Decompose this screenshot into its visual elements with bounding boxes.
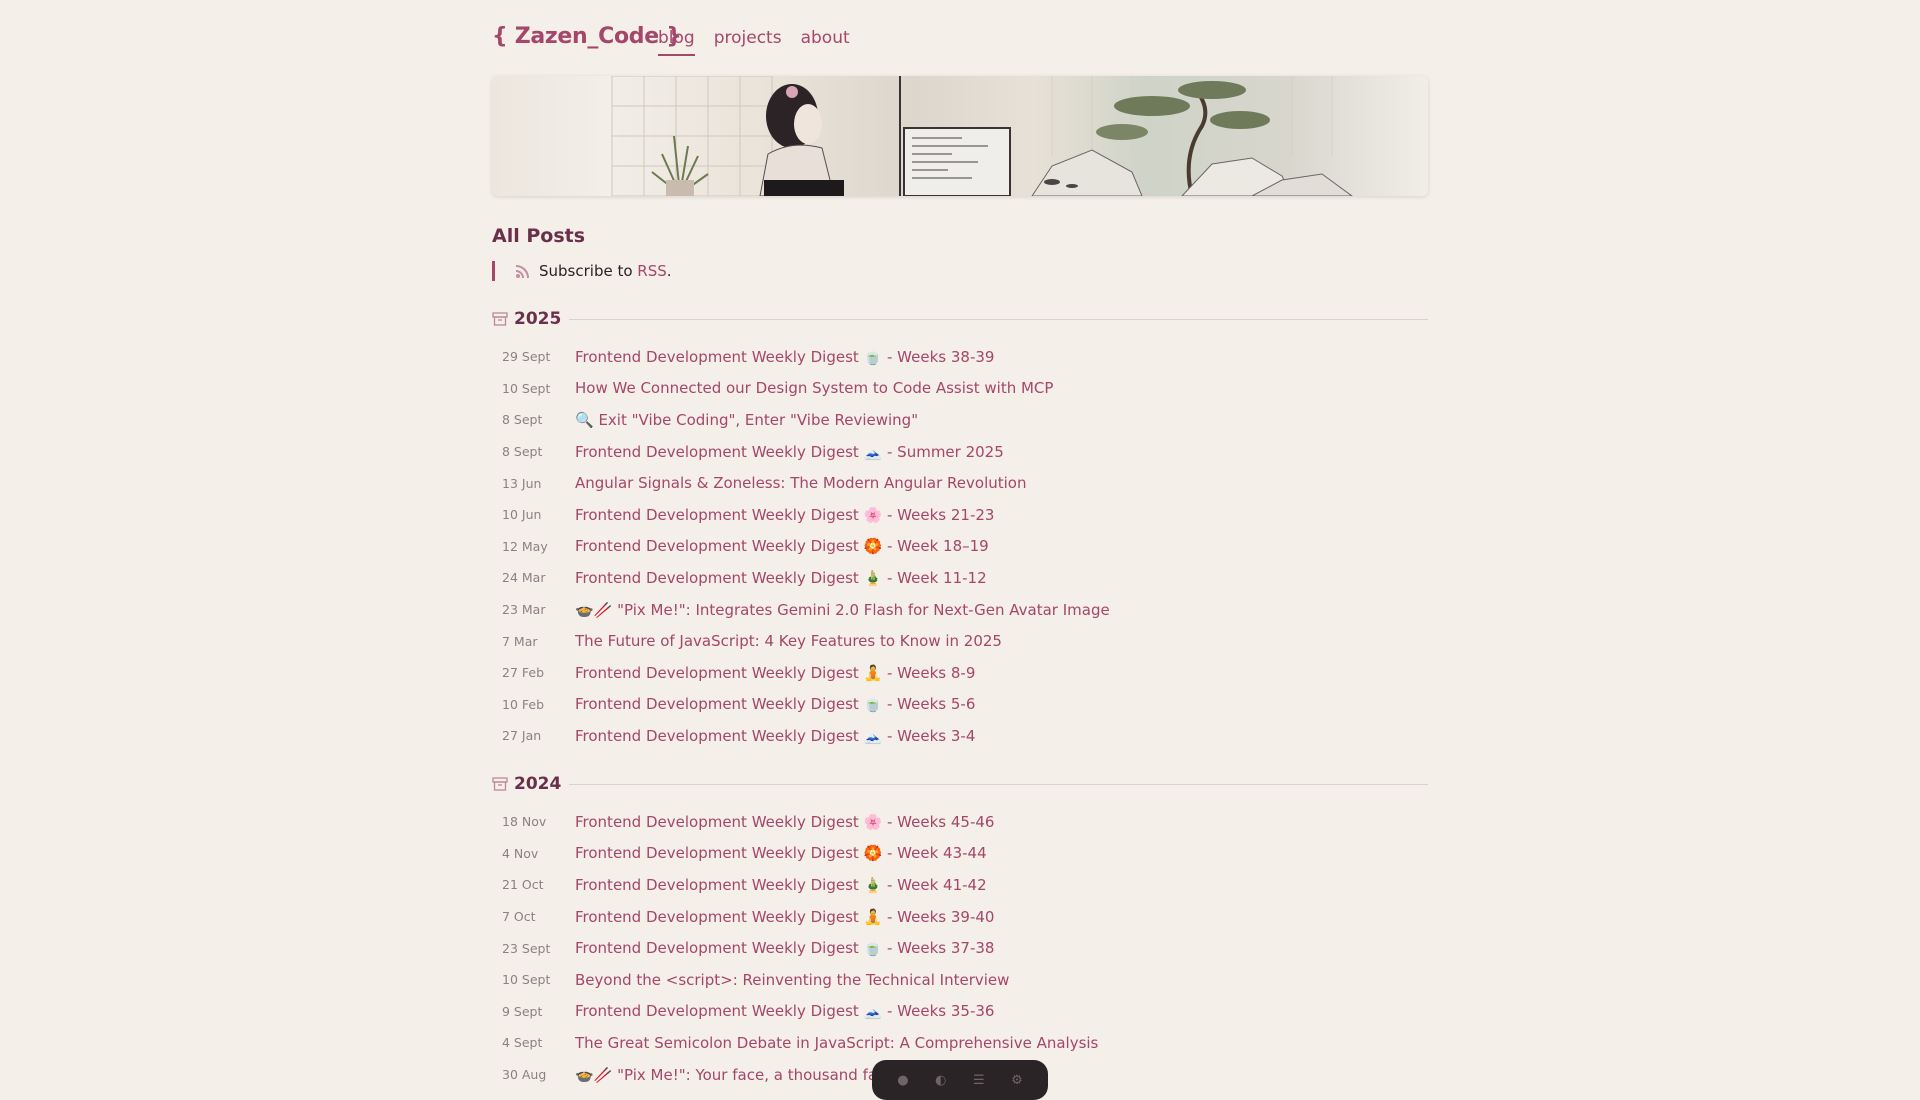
post-title-link[interactable]: The Great Semicolon Debate in JavaScript… [575, 1034, 1098, 1052]
post-title-link[interactable]: Frontend Development Weekly Digest 🎍 - W… [575, 569, 987, 587]
nav-about[interactable]: about [801, 28, 850, 56]
site-brand[interactable]: { Zazen_Code } [492, 24, 682, 49]
post-title-link[interactable]: Frontend Development Weekly Digest 🎍 - W… [575, 876, 987, 894]
post-date: 4 Nov [502, 845, 539, 861]
post-title-link[interactable]: Frontend Development Weekly Digest 🗻 - W… [575, 727, 975, 745]
rss-icon [515, 263, 531, 279]
post-date: 23 Mar [502, 602, 546, 618]
post-title-link[interactable]: 🍲🥢 "Pix Me!": Your face, a thousand fac [575, 1066, 885, 1084]
main-nav: blog projects about [658, 28, 850, 56]
post-row: 8 Sept 🔍 Exit "Vibe Coding", Enter "Vibe … [492, 404, 1428, 436]
post-date: 24 Mar [502, 570, 546, 586]
post-date: 9 Sept [502, 1003, 543, 1019]
post-title-link[interactable]: How We Connected our Design System to Co… [575, 379, 1053, 397]
archive-box-icon [492, 312, 508, 326]
year-label: 2025 [514, 309, 562, 329]
post-title-link[interactable]: Beyond the <script>: Reinventing the Tec… [575, 971, 1009, 989]
post-row: 10 Jun Frontend Development Weekly Digest… [492, 499, 1428, 531]
post-date: 21 Oct [502, 877, 544, 893]
year-divider [569, 783, 1428, 785]
toolbar-icon[interactable]: ⚙ [1011, 1073, 1023, 1088]
post-title-link[interactable]: Frontend Development Weekly Digest 🗻 - S… [575, 443, 1004, 461]
post-title-link[interactable]: Frontend Development Weekly Digest 🌸 - W… [575, 506, 994, 524]
post-title-link[interactable]: Angular Signals & Zoneless: The Modern A… [575, 474, 1027, 492]
all-posts-heading: All Posts [492, 225, 586, 247]
toolbar-icon[interactable]: ● [897, 1073, 908, 1088]
post-title-link[interactable]: 🍲🥢 "Pix Me!": Integrates Gemini 2.0 Flas… [575, 601, 1110, 619]
rss-subscribe-line: Subscribe to RSS. [492, 260, 672, 282]
post-list-2025: 29 Sept Frontend Development Weekly Diges… [492, 341, 1428, 752]
rss-text: Subscribe to RSS. [539, 262, 672, 280]
post-title-link[interactable]: Frontend Development Weekly Digest 🌸 - W… [575, 813, 994, 831]
archive-box-icon [492, 777, 508, 791]
post-title-link[interactable]: The Future of JavaScript: 4 Key Features… [575, 632, 1002, 650]
zen-office-illustration [611, 76, 1353, 196]
post-title-link[interactable]: Frontend Development Weekly Digest 🍵 - W… [575, 695, 975, 713]
nav-blog[interactable]: blog [658, 28, 695, 56]
post-list-2024: 18 Nov Frontend Development Weekly Digest… [492, 806, 1428, 1090]
post-row: 13 Jun Angular Signals & Zoneless: The Mo… [492, 467, 1428, 499]
post-row: 24 Mar Frontend Development Weekly Digest… [492, 562, 1428, 594]
post-row: 29 Sept Frontend Development Weekly Diges… [492, 341, 1428, 373]
hero-banner-image [492, 76, 1428, 196]
post-row: 23 Sept Frontend Development Weekly Diges… [492, 932, 1428, 964]
floating-toolbar[interactable]: ● ◐ ☰ ⚙ [872, 1060, 1048, 1100]
header: { Zazen_Code } blog projects about [492, 0, 1428, 76]
post-row: 18 Nov Frontend Development Weekly Digest… [492, 806, 1428, 838]
post-date: 10 Sept [502, 972, 551, 988]
post-row: 21 Oct Frontend Development Weekly Digest… [492, 869, 1428, 901]
post-date: 7 Mar [502, 633, 538, 649]
post-row: 4 Nov Frontend Development Weekly Digest … [492, 838, 1428, 870]
post-row: 23 Mar 🍲🥢 "Pix Me!": Integrates Gemini 2.… [492, 594, 1428, 626]
post-title-link[interactable]: 🔍 Exit "Vibe Coding", Enter "Vibe Review… [575, 411, 918, 429]
post-title-link[interactable]: Frontend Development Weekly Digest 🗻 - W… [575, 1002, 994, 1020]
post-date: 29 Sept [502, 349, 551, 365]
page: { Zazen_Code } blog projects about All P… [492, 0, 1428, 1084]
blockquote-bar [492, 261, 495, 281]
post-date: 18 Nov [502, 814, 547, 830]
post-title-link[interactable]: Frontend Development Weekly Digest 🍵 - W… [575, 939, 994, 957]
post-title-link[interactable]: Frontend Development Weekly Digest 🍵 - W… [575, 348, 994, 366]
post-row: 7 Mar The Future of JavaScript: 4 Key Fea… [492, 625, 1428, 657]
toolbar-icon[interactable]: ☰ [973, 1073, 985, 1088]
year-header-2025: 2025 [492, 307, 1428, 331]
post-row: 12 May Frontend Development Weekly Digest… [492, 531, 1428, 563]
year-divider [569, 318, 1428, 320]
post-date: 13 Jun [502, 475, 542, 491]
post-date: 23 Sept [502, 940, 551, 956]
year-header-2024: 2024 [492, 772, 1428, 796]
toolbar-icon[interactable]: ◐ [935, 1073, 946, 1088]
post-row: 4 Sept The Great Semicolon Debate in Java… [492, 1027, 1428, 1059]
post-row: 10 Sept How We Connected our Design Syste… [492, 373, 1428, 405]
post-title-link[interactable]: Frontend Development Weekly Digest 🏵️ - … [575, 537, 989, 555]
post-date: 7 Oct [502, 909, 536, 925]
post-row: 9 Sept Frontend Development Weekly Digest… [492, 996, 1428, 1028]
post-row: 10 Feb Frontend Development Weekly Digest… [492, 689, 1428, 721]
rss-link[interactable]: RSS [637, 262, 666, 280]
post-date: 12 May [502, 538, 548, 554]
post-date: 27 Jan [502, 728, 542, 744]
post-row: 27 Feb Frontend Development Weekly Digest… [492, 657, 1428, 689]
post-date: 10 Sept [502, 380, 551, 396]
post-date: 27 Feb [502, 665, 545, 681]
post-row: 27 Jan Frontend Development Weekly Digest… [492, 720, 1428, 752]
post-row: 7 Oct Frontend Development Weekly Digest … [492, 901, 1428, 933]
year-label: 2024 [514, 774, 562, 794]
post-row: 10 Sept Beyond the <script>: Reinventing … [492, 964, 1428, 996]
post-title-link[interactable]: Frontend Development Weekly Digest 🧘 - W… [575, 908, 994, 926]
post-date: 8 Sept [502, 444, 543, 460]
post-title-link[interactable]: Frontend Development Weekly Digest 🏵️ - … [575, 844, 987, 862]
post-row: 8 Sept Frontend Development Weekly Digest… [492, 436, 1428, 468]
post-title-link[interactable]: Frontend Development Weekly Digest 🧘 - W… [575, 664, 975, 682]
nav-projects[interactable]: projects [714, 28, 782, 56]
post-date: 10 Feb [502, 696, 545, 712]
post-date: 10 Jun [502, 507, 542, 523]
post-date: 4 Sept [502, 1035, 543, 1051]
post-date: 8 Sept [502, 412, 543, 428]
